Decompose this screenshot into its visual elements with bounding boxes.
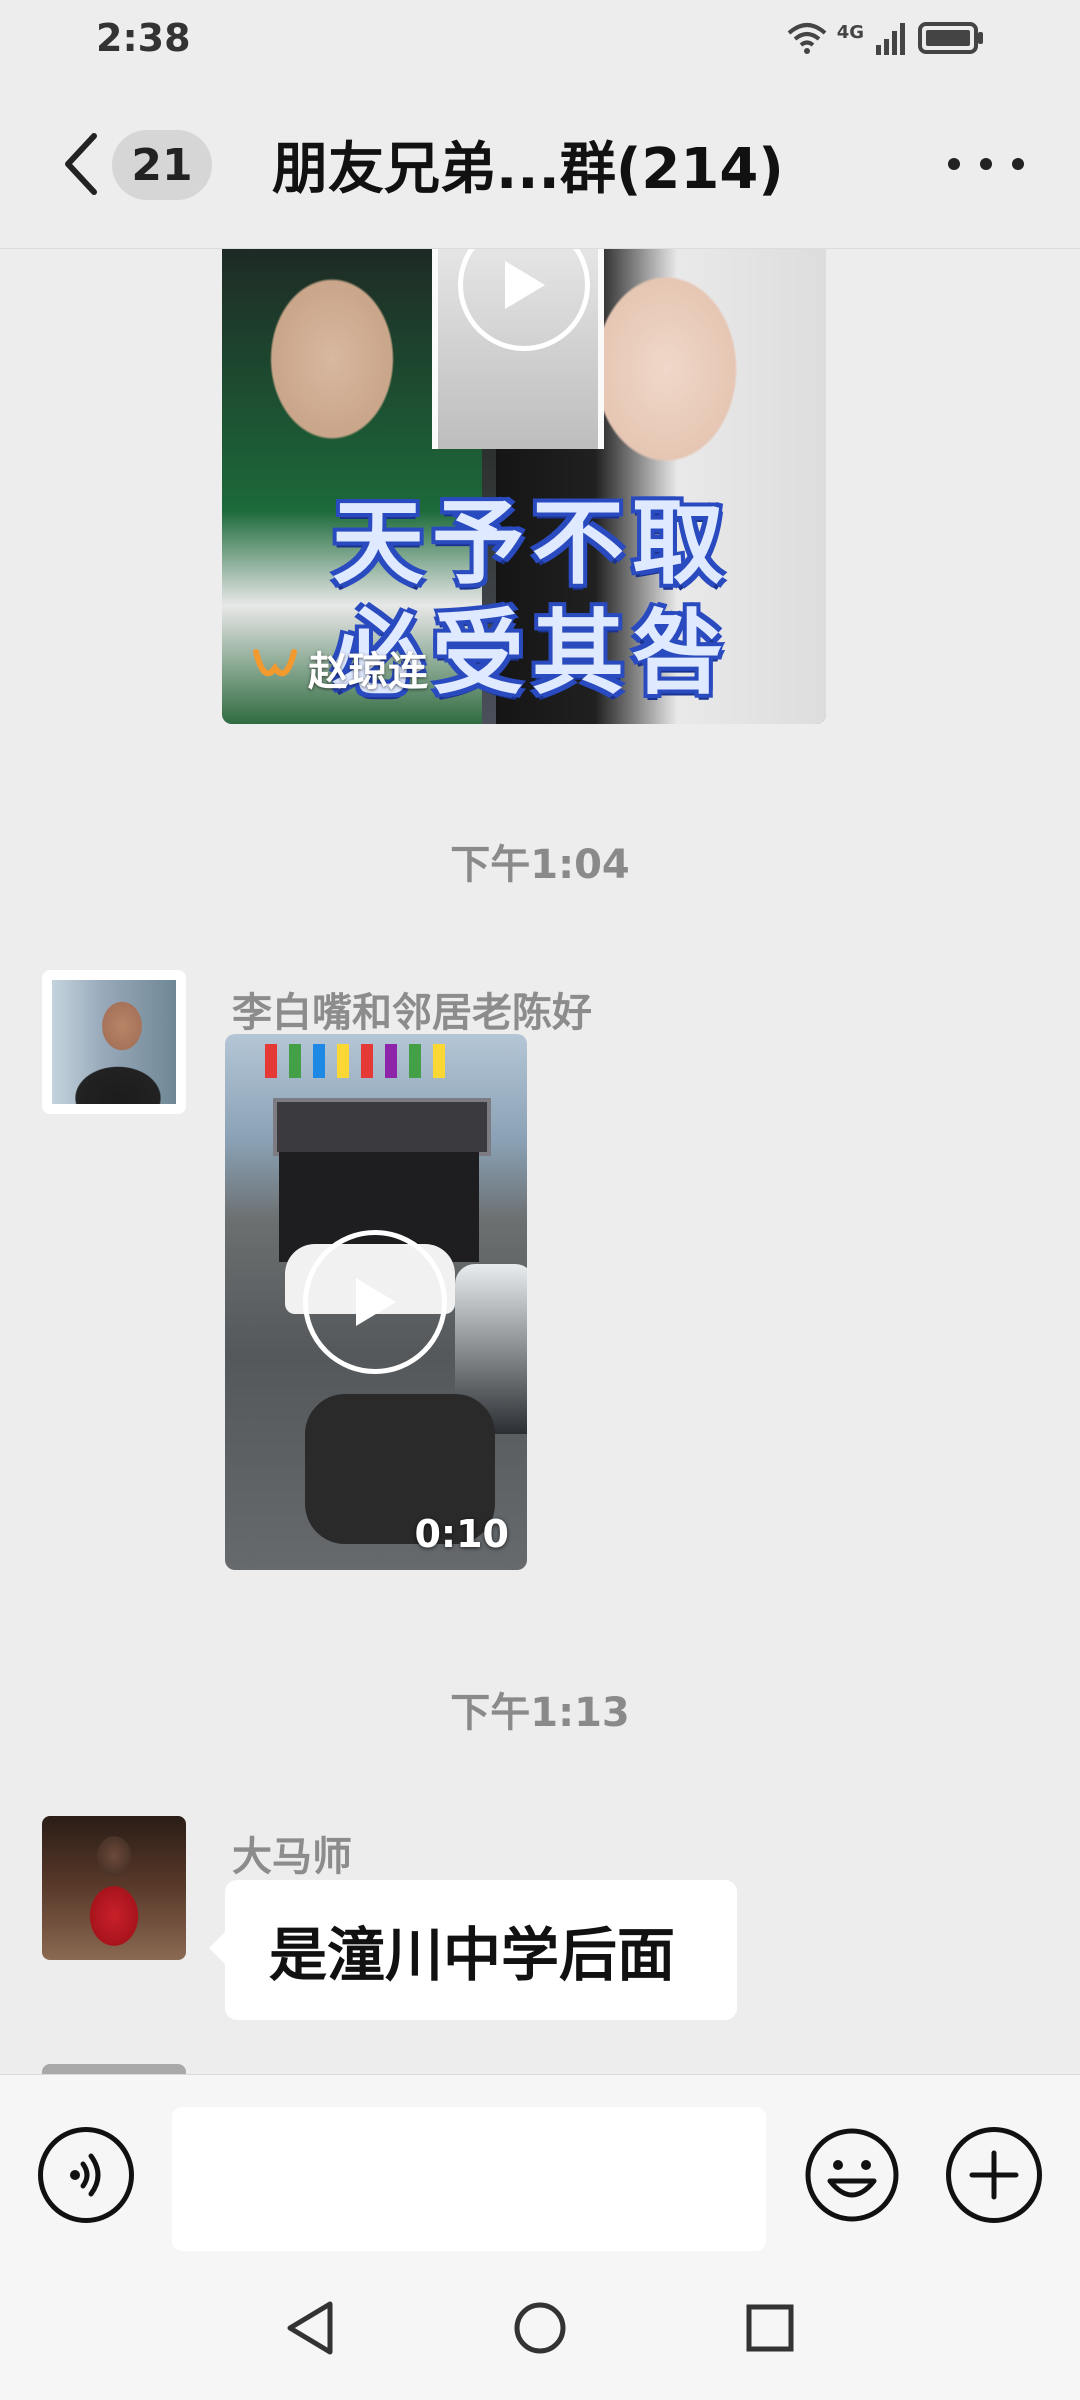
nav-recents-icon bbox=[746, 2304, 794, 2352]
message-bubble[interactable]: 是潼川中学后面 bbox=[209, 1880, 737, 2020]
video-frame-sign bbox=[273, 1098, 491, 1156]
video-watermark: 赵琼连 bbox=[252, 639, 428, 697]
message-text: 是潼川中学后面 bbox=[269, 1921, 676, 1989]
system-nav-bar bbox=[0, 2270, 1080, 2400]
voice-input-button[interactable] bbox=[38, 2127, 134, 2223]
nav-recents-button[interactable] bbox=[740, 2298, 800, 2358]
emoji-icon bbox=[805, 2128, 899, 2222]
status-time: 2:38 bbox=[96, 16, 191, 60]
message-timestamp: 下午1:13 bbox=[450, 1690, 630, 1736]
network-type: 4G bbox=[836, 21, 864, 43]
nav-back-icon bbox=[287, 2301, 333, 2355]
unread-count-badge[interactable]: 21 bbox=[112, 130, 212, 200]
watermark-logo-icon bbox=[253, 649, 297, 677]
avatar[interactable] bbox=[42, 1816, 186, 1960]
plus-icon bbox=[969, 2150, 1019, 2200]
input-bar bbox=[0, 2074, 1080, 2271]
more-options-icon bbox=[948, 158, 960, 170]
chat-header: 21 朋友兄弟...群(214) bbox=[0, 80, 1080, 249]
nav-back-button[interactable] bbox=[280, 2298, 340, 2358]
video-frame-flags bbox=[265, 1044, 445, 1078]
watermark-text: 赵琼连 bbox=[308, 649, 428, 695]
video-duration: 0:10 bbox=[414, 1512, 509, 1556]
emoji-button[interactable] bbox=[804, 2127, 900, 2223]
chat-title[interactable]: 朋友兄弟...群(214) bbox=[272, 124, 784, 205]
status-icons: 4G bbox=[787, 18, 984, 62]
battery-icon bbox=[918, 21, 984, 59]
nav-home-icon bbox=[514, 2302, 566, 2354]
voice-icon bbox=[70, 2153, 101, 2197]
sender-name: 大马师 bbox=[232, 1834, 352, 1880]
wifi-icon bbox=[787, 21, 827, 59]
signal-icon bbox=[874, 21, 908, 59]
message-input[interactable] bbox=[172, 2107, 766, 2251]
back-arrow-icon bbox=[65, 133, 97, 195]
back-button[interactable] bbox=[52, 122, 108, 206]
avatar[interactable] bbox=[42, 970, 186, 1114]
status-bar: 2:38 4G bbox=[0, 0, 1080, 80]
nav-home-button[interactable] bbox=[510, 2298, 570, 2358]
more-options-button[interactable] bbox=[948, 136, 1024, 192]
play-icon[interactable] bbox=[303, 1230, 447, 1374]
more-actions-button[interactable] bbox=[946, 2127, 1042, 2223]
sender-name: 李白嘴和邻居老陈好 bbox=[232, 990, 592, 1036]
message-timestamp: 下午1:04 bbox=[450, 842, 630, 888]
video-message-thumbnail[interactable]: 天予不取 必受其咎 赵琼连 bbox=[222, 249, 826, 724]
video-message-thumbnail[interactable]: 0:10 bbox=[225, 1034, 527, 1570]
